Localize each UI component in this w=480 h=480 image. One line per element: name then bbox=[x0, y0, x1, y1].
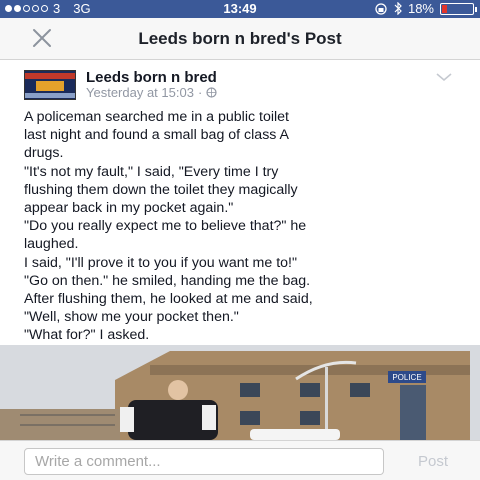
battery-icon bbox=[440, 2, 477, 15]
battery-level bbox=[442, 4, 447, 13]
post-comment-button[interactable]: Post bbox=[398, 449, 468, 474]
globe-icon bbox=[206, 87, 217, 98]
rotation-lock-icon bbox=[375, 2, 387, 15]
police-photo-image: POLICE bbox=[0, 345, 480, 440]
comment-bar: Post bbox=[0, 440, 480, 480]
chevron-down-icon[interactable] bbox=[436, 72, 452, 82]
post-timestamp[interactable]: Yesterday at 15:03 bbox=[86, 85, 194, 100]
avatar[interactable] bbox=[24, 70, 76, 100]
status-bar: 3 3G 13:49 18% bbox=[0, 0, 480, 18]
post-text-line: laughed. bbox=[24, 236, 79, 253]
page-title: Leeds born n bred's Post bbox=[138, 29, 342, 48]
post-text-line: drugs. bbox=[24, 145, 64, 162]
post-text-line: I said, "I'll prove it to you if you wan… bbox=[24, 254, 298, 271]
post-text-line: A policeman searched me in a public toil… bbox=[24, 109, 289, 125]
post-text-line: "Do you really expect me to believe that… bbox=[24, 218, 307, 235]
comment-input[interactable] bbox=[24, 448, 384, 475]
post-text-line: appear back in my pocket again." bbox=[24, 200, 234, 217]
post-meta: Yesterday at 15:03 · bbox=[86, 85, 217, 100]
police-sign: POLICE bbox=[392, 373, 421, 382]
post-text-line: "It's not my fault," I said, "Every time… bbox=[24, 163, 279, 180]
post-message: A policeman searched me in a public toil… bbox=[24, 108, 464, 381]
post-text-line: "Go on then." he smiled, handing me the … bbox=[24, 272, 311, 289]
post-text-line: last night and found a small bag of clas… bbox=[24, 127, 289, 144]
bluetooth-icon bbox=[394, 2, 402, 15]
battery-percent: 18% bbox=[407, 1, 434, 16]
status-right: 18% bbox=[374, 1, 477, 16]
post-card: Leeds born n bred Yesterday at 15:03 · A… bbox=[0, 60, 480, 440]
post-text-line: After flushing them, he looked at me and… bbox=[24, 291, 313, 308]
nav-bar: Leeds born n bred's Post bbox=[0, 18, 480, 60]
post-author[interactable]: Leeds born n bred bbox=[86, 69, 217, 86]
post-text-line: "Well, show me your pocket then." bbox=[24, 309, 239, 326]
post-photo[interactable]: POLICE bbox=[0, 345, 480, 440]
post-text-line: flushing them down the toilet they magic… bbox=[24, 181, 298, 198]
post-text-line: "What for?" I asked. bbox=[24, 327, 150, 344]
meta-separator: · bbox=[197, 85, 203, 100]
